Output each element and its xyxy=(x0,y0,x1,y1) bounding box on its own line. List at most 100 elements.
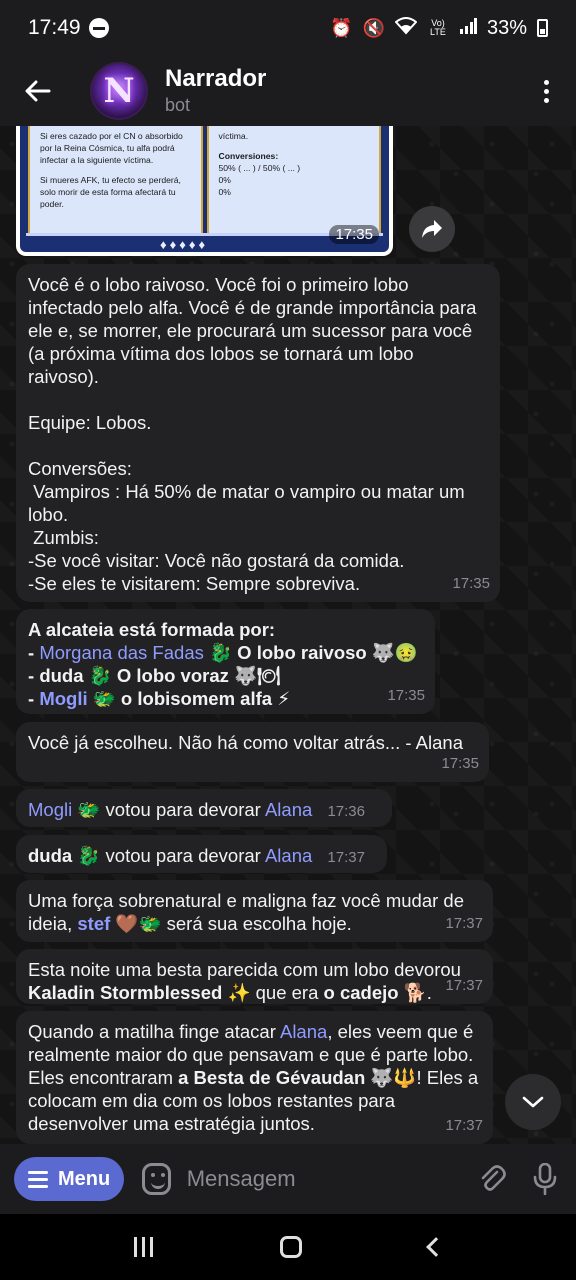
signal-icon xyxy=(459,17,477,39)
message-text: Quando a matilha finge atacar xyxy=(28,1021,280,1042)
message-time: 17:35 xyxy=(441,755,479,772)
status-bar: 17:49 ⏰ 🔇 Vo) LTE 33% xyxy=(0,0,576,56)
pack-member: - duda 🐉 O lobo voraz 🐺🍽 xyxy=(28,664,423,687)
microphone-icon[interactable] xyxy=(527,1159,562,1199)
voter-emoji: 🐉 xyxy=(77,845,101,866)
member-prefix: - xyxy=(28,665,40,686)
book-left-line-1: Si eres cazado por el CN o absorbido por… xyxy=(40,131,183,165)
paperclip-icon[interactable] xyxy=(475,1159,510,1199)
book-left-line-2: Si mueres AFK, tu efecto se perderá, sol… xyxy=(40,175,181,209)
member-name-link[interactable]: Morgana das Fadas xyxy=(39,642,204,663)
message-input[interactable] xyxy=(186,1166,475,1192)
share-icon[interactable] xyxy=(409,206,455,252)
book-conversion-3: 0% xyxy=(218,187,231,197)
diamond-ornament: ♦♦♦♦♦ xyxy=(160,237,209,252)
message-time: 17:37 xyxy=(445,1117,483,1134)
message-text-end: . xyxy=(426,982,432,1003)
message-bubble[interactable]: Esta noite uma besta parecida com um lob… xyxy=(16,949,493,1004)
member-name-link[interactable]: Mogli xyxy=(39,688,87,709)
message-bubble[interactable]: Você é o lobo raivoso. Você foi o primei… xyxy=(16,264,500,602)
message-time: 17:37 xyxy=(327,849,365,866)
message-text: Você é o lobo raivoso. Você foi o primei… xyxy=(28,274,477,594)
dnd-icon xyxy=(88,18,109,38)
message-bubble[interactable]: Quando a matilha finge atacar Alana, ele… xyxy=(16,1011,493,1144)
voter-emoji: 🐲 xyxy=(77,799,101,820)
system-nav-bar xyxy=(0,1214,576,1280)
voter-name-link[interactable]: Mogli xyxy=(28,799,72,820)
message-bubble[interactable]: duda 🐉 votou para devorar Alana 17:37 xyxy=(16,835,387,873)
image-content: Si eres cazado por el CN o absorbido por… xyxy=(20,126,389,252)
more-vertical-icon[interactable] xyxy=(516,79,576,103)
message-time: 17:36 xyxy=(327,803,365,820)
arrow-left-icon[interactable] xyxy=(0,56,76,126)
menu-icon xyxy=(28,1170,48,1188)
message-time: 17:37 xyxy=(445,915,483,932)
message-time: 17:35 xyxy=(452,575,490,592)
beast-name: a Besta de Gévaudan 🐺🔱 xyxy=(178,1067,417,1088)
bot-menu-label: Menu xyxy=(58,1167,111,1190)
message-input-bar: Menu xyxy=(0,1144,576,1214)
member-emoji: 🐲 xyxy=(92,688,116,709)
message-text-end: será sua escolha hoje. xyxy=(161,913,352,934)
pack-member: - Morgana das Fadas 🐉 O lobo raivoso 🐺🤢 xyxy=(28,641,423,664)
chat-header: N Narrador bot xyxy=(0,56,576,126)
message-text: Você já escolheu. Não há como voltar atr… xyxy=(28,732,463,753)
role-emoji: 🐕 xyxy=(403,982,427,1003)
chat-area[interactable]: Si eres cazado por el CN o absorbido por… xyxy=(0,126,576,1144)
mute-icon: 🔇 xyxy=(362,17,385,38)
choice-emoji: 🤎🐲 xyxy=(115,913,162,934)
volte-icon: Vo) LTE xyxy=(430,18,446,37)
message-bubble[interactable]: Você já escolheu. Não há como voltar atr… xyxy=(16,722,489,782)
bot-menu-button[interactable]: Menu xyxy=(14,1157,125,1201)
message-bubble[interactable]: Mogli 🐲 votou para devorar Alana 17:36 xyxy=(16,789,392,827)
message-text-mid: que era xyxy=(250,982,324,1003)
vote-text: votou para devorar xyxy=(100,799,265,820)
victim-name: Kaladin Stormblessed xyxy=(28,982,223,1003)
status-time-group: 17:49 xyxy=(28,16,109,40)
wifi-icon xyxy=(394,16,418,40)
home-icon[interactable] xyxy=(279,1236,302,1258)
member-prefix: - xyxy=(28,642,40,663)
avatar[interactable]: N xyxy=(90,62,148,120)
book-page-left: Si eres cazado por el CN o absorbido por… xyxy=(28,126,203,233)
message-bubble[interactable]: Uma força sobrenatural e maligna faz voc… xyxy=(16,880,493,942)
battery-percent: 33% xyxy=(486,16,527,39)
status-time: 17:49 xyxy=(28,16,81,39)
chevron-down-icon[interactable] xyxy=(505,1074,561,1130)
book-conversion-1: 50% ( ... ) / 50% ( ... ) xyxy=(218,163,301,173)
pack-title: A alcateia está formada por: xyxy=(28,619,276,640)
status-icons: ⏰ 🔇 Vo) LTE 33% xyxy=(330,17,548,40)
back-icon[interactable] xyxy=(425,1237,446,1257)
member-role: O lobo voraz 🐺🍽 xyxy=(111,665,281,686)
target-name-link[interactable]: Alana xyxy=(265,845,312,866)
choice-name-link[interactable]: stef xyxy=(77,913,110,934)
pack-member: - Mogli 🐲 o lobisomem alfa ⚡ xyxy=(28,687,423,710)
target-name-link[interactable]: Alana xyxy=(280,1021,327,1042)
voter-name: duda xyxy=(28,845,73,866)
member-role: o lobisomem alfa ⚡ xyxy=(115,688,291,709)
avatar-letter: N xyxy=(103,71,135,111)
member-emoji: 🐉 xyxy=(209,642,233,663)
vote-text: votou para devorar xyxy=(100,845,265,866)
book-image: Si eres cazado por el CN o absorbido por… xyxy=(26,126,383,236)
alarm-icon: ⏰ xyxy=(330,17,353,38)
victim-emoji: ✨ xyxy=(227,982,251,1003)
message-time: 17:35 xyxy=(387,687,425,704)
message-bubble[interactable]: A alcateia está formada por: - Morgana d… xyxy=(16,609,435,714)
target-name-link[interactable]: Alana xyxy=(265,799,312,820)
chat-title: Narrador xyxy=(165,65,267,92)
member-emoji: 🐉 xyxy=(88,665,112,686)
book-conversions-label: Conversiones: xyxy=(218,151,279,161)
member-prefix: - xyxy=(28,688,40,709)
sticker-icon[interactable] xyxy=(142,1163,171,1195)
member-name: duda xyxy=(39,665,84,686)
recents-icon[interactable] xyxy=(133,1237,153,1257)
chat-title-group[interactable]: Narrador bot xyxy=(165,65,266,117)
chat-subtitle: bot xyxy=(165,95,191,115)
message-time: 17:37 xyxy=(445,977,483,994)
victim-role: o cadejo xyxy=(323,982,399,1003)
member-role: O lobo raivoso 🐺🤢 xyxy=(232,642,418,663)
book-conversion-2: 0% xyxy=(218,175,231,185)
book-page-right: víctima. Conversiones: 50% ( ... ) / 50%… xyxy=(206,126,381,233)
image-message[interactable]: Si eres cazado por el CN o absorbido por… xyxy=(16,126,393,256)
